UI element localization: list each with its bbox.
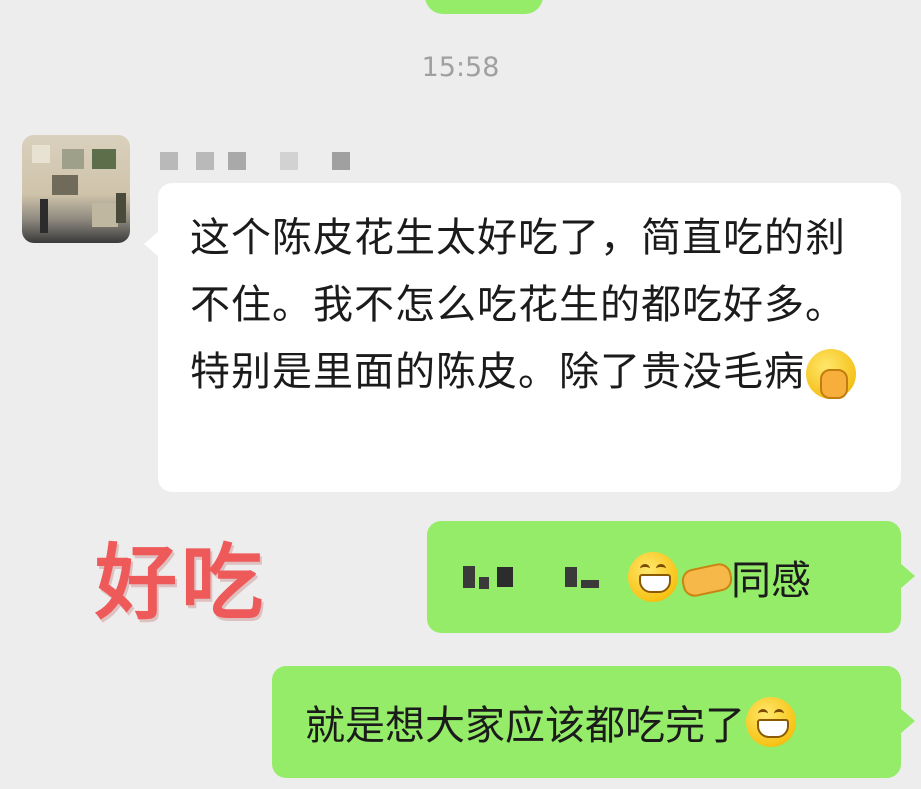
shy-emoji-icon bbox=[806, 349, 856, 399]
incoming-message-content: 这个陈皮花生太好吃了，简直吃的刹不住。我不怎么吃花生的都吃好多。特别是里面的陈皮… bbox=[190, 215, 846, 395]
outgoing-message-text-2: 就是想大家应该都吃完了 bbox=[305, 703, 745, 749]
grin-emoji-icon bbox=[628, 552, 678, 602]
outgoing-message-row-1: 同感 bbox=[463, 521, 811, 633]
handshake-emoji-icon bbox=[679, 552, 735, 602]
sender-name-masked bbox=[160, 148, 350, 174]
annotation-stamp: 好吃 bbox=[95, 536, 268, 631]
sender-avatar[interactable] bbox=[22, 135, 130, 243]
grin-emoji-icon bbox=[746, 697, 796, 747]
outgoing-message-text-1: 同感 bbox=[731, 558, 811, 604]
incoming-message-text: 这个陈皮花生太好吃了，简直吃的刹不住。我不怎么吃花生的都吃好多。特别是里面的陈皮… bbox=[190, 205, 880, 406]
message-timestamp: 15:58 bbox=[421, 52, 500, 83]
incoming-message-bubble[interactable]: 这个陈皮花生太好吃了，简直吃的刹不住。我不怎么吃花生的都吃好多。特别是里面的陈皮… bbox=[144, 183, 901, 492]
masked-text bbox=[463, 565, 599, 589]
outgoing-message-bubble-1[interactable]: 同感 bbox=[427, 521, 915, 633]
outgoing-message-row-2: 就是想大家应该都吃完了 bbox=[305, 666, 797, 778]
previous-message-bubble[interactable] bbox=[425, 0, 543, 14]
outgoing-message-bubble-2[interactable]: 就是想大家应该都吃完了 bbox=[272, 666, 915, 778]
